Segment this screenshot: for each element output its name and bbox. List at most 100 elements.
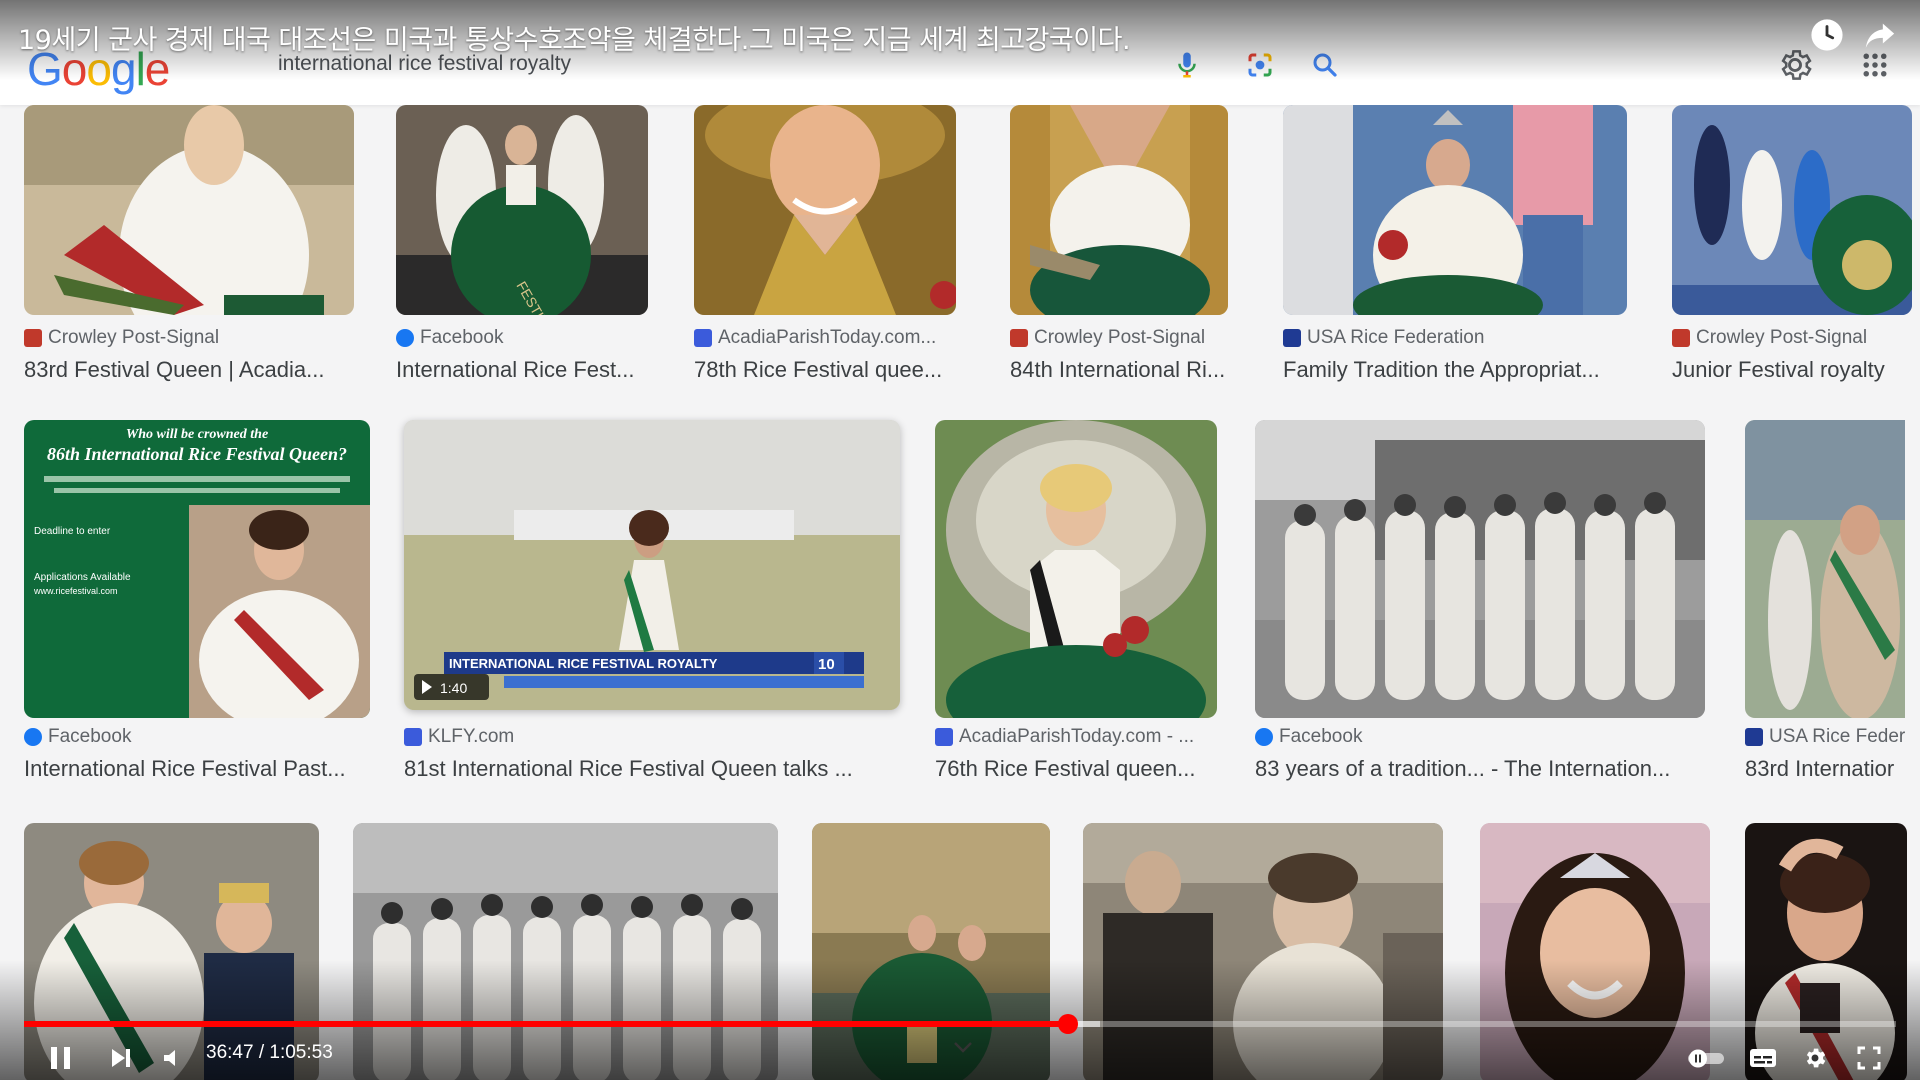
acadia-favicon-icon [694, 329, 712, 347]
result-source[interactable]: USA Rice Federation [1283, 327, 1484, 349]
progress-played [24, 1021, 1068, 1027]
video-result-thumbnail[interactable]: INTERNATIONAL RICE FESTIVAL ROYALTY 10 1… [404, 420, 900, 710]
result-source-label: USA Rice Feder [1769, 726, 1906, 747]
skip-next-icon [112, 1049, 130, 1067]
result-card[interactable]: AcadiaParishToday.com - ... 76th Rice Fe… [935, 420, 1217, 781]
poster-line-3: Deadline to enter [34, 526, 111, 537]
result-title[interactable]: 83rd Festival Queen | Acadia... [24, 357, 354, 383]
result-thumbnail[interactable] [1745, 420, 1905, 718]
result-source[interactable]: Crowley Post-Signal [1010, 327, 1205, 349]
gear-icon[interactable] [1776, 46, 1814, 84]
result-title[interactable]: International Rice Festival Past... [24, 756, 370, 782]
result-title[interactable]: International Rice Fest... [396, 357, 656, 383]
poster-line-1: Who will be crowned the [126, 427, 268, 442]
chevron-down-icon[interactable] [952, 1040, 974, 1054]
autoplay-toggle-icon [1688, 1049, 1724, 1068]
result-title[interactable]: 81st International Rice Festival Queen t… [404, 756, 900, 782]
result-title[interactable]: 76th Rice Festival queen... [935, 756, 1217, 782]
settings-button[interactable] [1798, 1040, 1832, 1076]
result-source[interactable]: Facebook [24, 726, 131, 748]
fullscreen-button[interactable] [1852, 1040, 1886, 1076]
result-source[interactable]: KLFY.com [404, 726, 514, 748]
result-source-label: Facebook [1279, 726, 1363, 747]
share-arrow-icon[interactable] [1862, 18, 1898, 52]
result-source-label: Facebook [48, 726, 132, 747]
gear-icon [1806, 1048, 1826, 1068]
result-card[interactable]: Who will be crowned the 86th Internation… [24, 420, 370, 781]
crowley-favicon-icon [1010, 329, 1028, 347]
result-card[interactable]: Facebook 83 years of a tradition... - Th… [1255, 420, 1705, 781]
facebook-favicon-icon [1255, 728, 1273, 746]
channel-number: 10 [818, 656, 835, 673]
result-card[interactable]: USA Rice Federation Family Tradition the… [1283, 105, 1627, 385]
video-banner-text: INTERNATIONAL RICE FESTIVAL ROYALTY [449, 656, 718, 671]
result-source[interactable]: Facebook [396, 327, 503, 349]
watch-later-clock-icon[interactable] [1810, 18, 1844, 52]
result-thumbnail[interactable] [1283, 105, 1627, 315]
result-thumbnail[interactable]: Who will be crowned the 86th Internation… [24, 420, 370, 718]
result-source-label: Crowley Post-Signal [1034, 327, 1206, 348]
result-source[interactable]: Crowley Post-Signal [24, 327, 219, 349]
result-source[interactable]: USA Rice Feder [1745, 726, 1905, 748]
result-title[interactable]: 83rd Internatior [1745, 756, 1905, 782]
result-card[interactable]: Crowley Post-Signal 84th International R… [1010, 105, 1228, 385]
image-results-grid: Crowley Post-Signal 83rd Festival Queen … [0, 105, 1920, 1080]
result-thumbnail[interactable] [1010, 105, 1228, 315]
result-source[interactable]: Crowley Post-Signal [1672, 327, 1867, 349]
subtitles-button[interactable] [1746, 1040, 1780, 1076]
pause-button[interactable] [44, 1040, 78, 1076]
result-source-label: Facebook [420, 327, 504, 348]
result-thumbnail[interactable] [1255, 420, 1705, 718]
scrubber-handle[interactable] [1058, 1014, 1078, 1034]
facebook-favicon-icon [24, 728, 42, 746]
result-thumbnail[interactable] [935, 420, 1217, 718]
camera-lens-icon[interactable] [1245, 50, 1275, 80]
video-title[interactable]: 19세기 군사 경제 대국 대조선은 미국과 통상수호조약을 체결한다.그 미국… [18, 18, 1131, 57]
result-thumbnail[interactable] [694, 105, 956, 315]
result-card[interactable]: INTERNATIONAL RICE FESTIVAL ROYALTY 10 1… [404, 420, 900, 781]
video-duration: 1:40 [440, 680, 467, 696]
poster-line-5: www.ricefestival.com [33, 586, 118, 596]
result-source-label: USA Rice Federation [1307, 327, 1485, 348]
result-card[interactable]: Crowley Post-Signal 83rd Festival Queen … [24, 105, 354, 385]
result-source-label: Crowley Post-Signal [48, 327, 220, 348]
search-icon[interactable] [1310, 50, 1340, 80]
result-card[interactable]: AcadiaParishToday.com... 78th Rice Festi… [694, 105, 956, 385]
result-card[interactable]: USA Rice Feder 83rd Internatior [1745, 420, 1920, 781]
result-source[interactable]: Facebook [1255, 726, 1362, 748]
time-display: 36:47 / 1:05:53 [206, 1042, 333, 1063]
progress-bar[interactable] [24, 1014, 1896, 1034]
result-source-label: AcadiaParishToday.com... [718, 327, 937, 348]
crowley-favicon-icon [24, 329, 42, 347]
klfy-favicon-icon [404, 728, 422, 746]
apps-grid-icon[interactable] [1860, 50, 1890, 80]
result-thumbnail[interactable] [24, 105, 354, 315]
pause-icon [51, 1047, 70, 1069]
autoplay-toggle[interactable] [1686, 1040, 1726, 1076]
poster-line-2: 86th International Rice Festival Queen? [47, 444, 347, 464]
result-source-label: AcadiaParishToday.com - ... [959, 726, 1195, 747]
result-title[interactable]: Junior Festival royalty [1672, 357, 1912, 383]
result-card[interactable]: FESTIVAL Facebook International Rice Fes… [396, 105, 648, 385]
volume-button[interactable] [156, 1040, 190, 1076]
result-thumbnail[interactable] [1672, 105, 1912, 315]
result-title[interactable]: Family Tradition the Appropriat... [1283, 357, 1627, 383]
volume-icon [164, 1050, 175, 1066]
result-source-label: Crowley Post-Signal [1696, 327, 1868, 348]
result-thumbnail[interactable]: FESTIVAL [396, 105, 648, 315]
fullscreen-icon [1857, 1046, 1881, 1070]
result-title[interactable]: 84th International Ri... [1010, 357, 1240, 383]
subtitles-icon [1750, 1049, 1776, 1067]
result-title[interactable]: 78th Rice Festival quee... [694, 357, 956, 383]
result-title[interactable]: 83 years of a tradition... - The Interna… [1255, 756, 1705, 782]
crowley-favicon-icon [1672, 329, 1690, 347]
acadia-favicon-icon [935, 728, 953, 746]
usarice-favicon-icon [1745, 728, 1763, 746]
result-source[interactable]: AcadiaParishToday.com... [694, 327, 936, 349]
microphone-icon[interactable] [1172, 50, 1202, 80]
facebook-favicon-icon [396, 329, 414, 347]
next-button[interactable] [104, 1040, 138, 1076]
video-player[interactable]: Google international rice festival royal… [0, 0, 1920, 1080]
result-source[interactable]: AcadiaParishToday.com - ... [935, 726, 1194, 748]
result-card[interactable]: Crowley Post-Signal Junior Festival roya… [1672, 105, 1912, 385]
